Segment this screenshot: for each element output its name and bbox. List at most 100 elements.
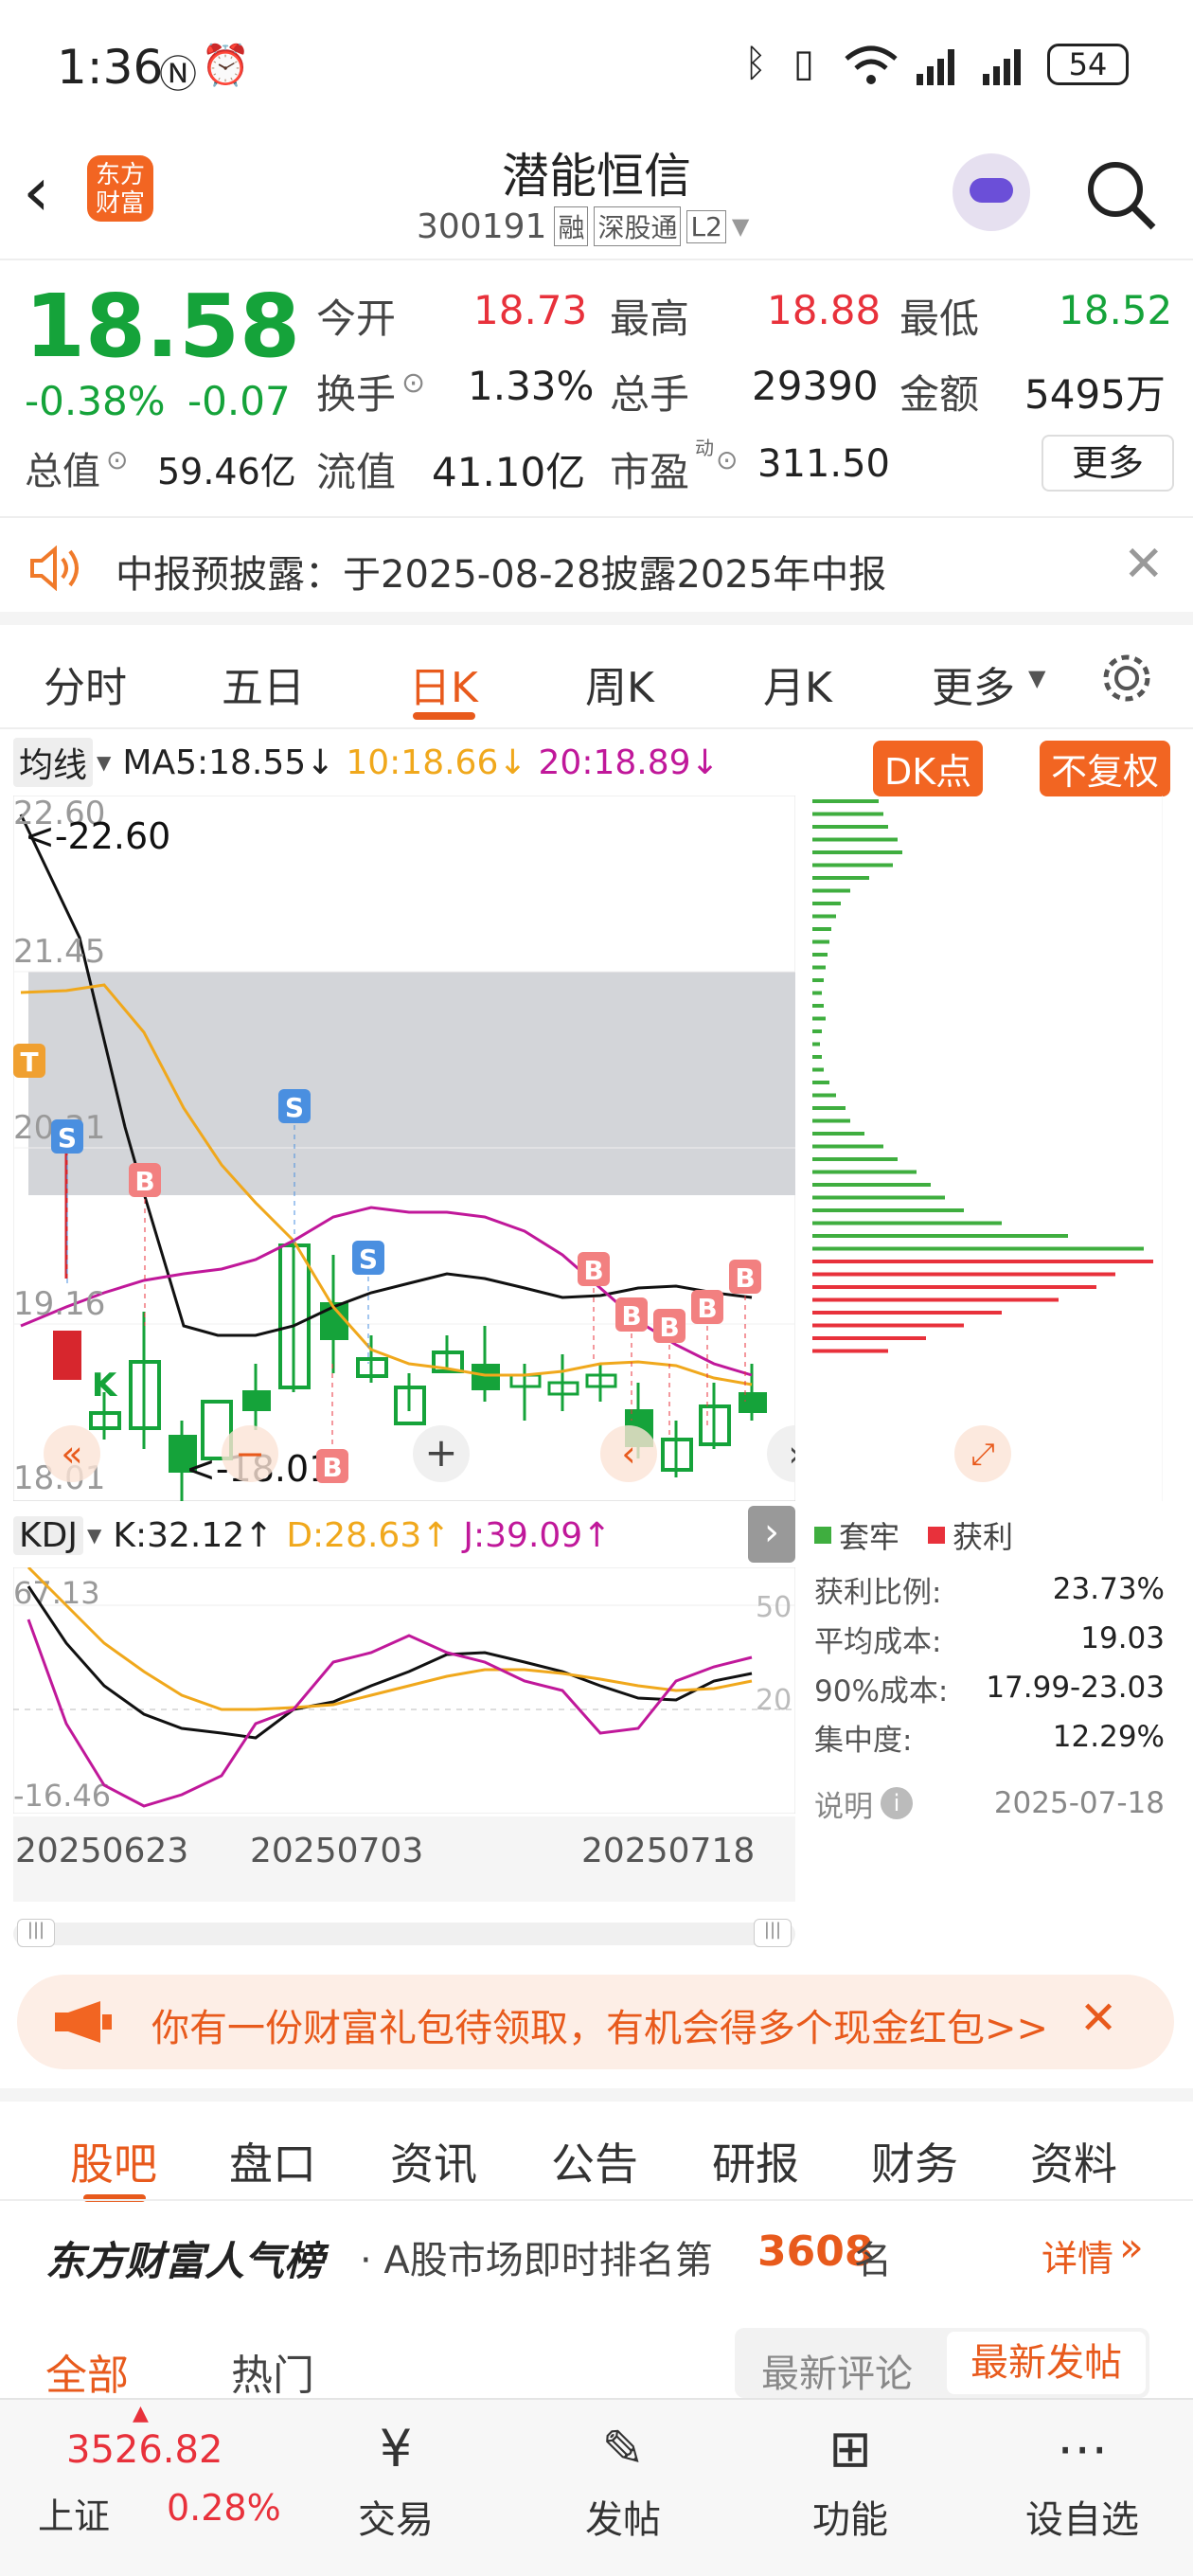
chip-bar: [812, 978, 824, 982]
svg-text:B: B: [583, 1255, 603, 1286]
kdj-d: D:28.63↑: [286, 1515, 451, 1555]
info-icon[interactable]: ⊙: [716, 444, 738, 475]
chip-bar: [812, 1042, 820, 1046]
chip-bar: [812, 1285, 1096, 1289]
tab-news[interactable]: 资讯: [390, 2130, 477, 2192]
chevron-down-icon: ▼: [1028, 665, 1046, 691]
legend-profit: 获利: [953, 1519, 1014, 1555]
tab-daily-k[interactable]: 日K: [409, 653, 478, 714]
tab-intraday[interactable]: 分时: [44, 653, 127, 714]
kdj-selector[interactable]: KDJ: [13, 1515, 83, 1555]
chip-bar: [812, 799, 879, 803]
tab-monthly-k[interactable]: 月K: [763, 653, 832, 714]
nav-trade[interactable]: ¥ 交易: [320, 2419, 472, 2544]
chevron-down-icon[interactable]: ▼: [732, 213, 749, 240]
filter-hot[interactable]: 热门: [231, 2341, 314, 2402]
field-value: 29390: [752, 363, 879, 409]
chip-bar: [812, 1246, 1144, 1251]
nav-watchlist[interactable]: ⋯ 设自选: [1002, 2419, 1163, 2544]
index-name: 上证: [38, 2496, 111, 2537]
chip-bar: [812, 1183, 931, 1187]
expand-icon[interactable]: ⤢: [970, 1436, 995, 1472]
chip-distribution[interactable]: ⤢: [812, 796, 1163, 1501]
prev-icon[interactable]: −: [235, 1433, 265, 1475]
range-scrollbar[interactable]: ||| |||: [13, 1919, 795, 1947]
info-icon[interactable]: ⊙: [401, 367, 425, 400]
field-value: 18.52: [1059, 287, 1173, 333]
left-handle[interactable]: |||: [17, 1919, 55, 1947]
vibrate-icon: ▯: [793, 42, 815, 85]
gear-icon[interactable]: [1098, 650, 1155, 707]
tab-orderbook[interactable]: 盘口: [229, 2130, 316, 2192]
ma5-value: MA5:18.55↓: [122, 742, 335, 782]
ranking-suffix: 名: [854, 2239, 892, 2282]
tab-announcements[interactable]: 公告: [551, 2130, 638, 2192]
rewind-icon[interactable]: «: [61, 1433, 82, 1475]
index-value[interactable]: 3526.82: [66, 2428, 223, 2472]
tab-five-day[interactable]: 五日: [222, 653, 305, 714]
next-icon[interactable]: ›: [788, 1433, 795, 1475]
kdj-legend: KDJ ▼ K:32.12↑ D:28.63↑ J:39.09↑: [13, 1512, 611, 1559]
nav-post[interactable]: ✎ 发帖: [547, 2419, 699, 2544]
chip-bar: [812, 1221, 1002, 1225]
chip-label: 集中度:: [814, 1723, 913, 1758]
ma10-value: 10:18.66↓: [346, 742, 527, 782]
tab-more[interactable]: 更多: [932, 653, 1015, 714]
period-tabs: 分时 五日 日K 周K 月K 更多 ▼: [0, 625, 1193, 729]
kline-chart[interactable]: 22.60 21.45 20.31 19.16 18.01 <-22.60 <-…: [13, 796, 795, 1501]
search-icon[interactable]: [1083, 157, 1159, 233]
chip-label: 获利比例:: [814, 1575, 942, 1610]
tab-research[interactable]: 研报: [712, 2130, 799, 2192]
adjust-button[interactable]: 不复权: [1040, 741, 1171, 796]
more-button[interactable]: 更多: [1042, 435, 1174, 492]
filter-all[interactable]: 全部: [45, 2341, 129, 2402]
field-value: 18.73: [473, 287, 588, 333]
sort-latest-comment[interactable]: 最新评论: [761, 2343, 913, 2398]
dk-point-button[interactable]: DK点: [873, 741, 984, 796]
chip-bar: [812, 888, 850, 893]
chip-bar: [812, 812, 883, 816]
ranking-detail-link[interactable]: 详情: [1042, 2229, 1113, 2281]
kdj-j: J:39.09↑: [463, 1515, 612, 1555]
notice-bar[interactable]: 中报预披露：于2025-08-28披露2025年中报 ✕: [0, 519, 1193, 625]
field-label: 流值: [316, 449, 397, 495]
trade-icon: ¥: [379, 2419, 413, 2478]
tab-forum[interactable]: 股吧: [70, 2130, 157, 2192]
right-handle[interactable]: |||: [754, 1919, 792, 1947]
chip-bar: [812, 1349, 888, 1353]
zoom-in-icon[interactable]: +: [424, 1429, 457, 1476]
svg-text:B: B: [735, 1262, 755, 1294]
chip-bar: [812, 902, 841, 905]
ma-selector[interactable]: 均线: [13, 738, 94, 787]
sort-toggle: 最新评论 最新发帖: [735, 2328, 1149, 2398]
content-tabs: 股吧 盘口 资讯 公告 研报 财务 资料: [0, 2088, 1193, 2202]
chip-bar: [812, 965, 826, 970]
nav-label: 发帖: [585, 2498, 661, 2542]
nav-label: 交易: [358, 2498, 434, 2542]
close-icon[interactable]: ✕: [1079, 1992, 1117, 2045]
pe-dynamic-sup: 动: [695, 437, 714, 459]
date-label: 20250718: [581, 1832, 756, 1870]
ma20-value: 20:18.89↓: [538, 742, 720, 782]
chip-bar: [812, 1055, 822, 1059]
chip-label: 90%成本:: [814, 1673, 949, 1708]
tab-profile[interactable]: 资料: [1030, 2130, 1117, 2192]
back-step-icon[interactable]: ‹: [621, 1433, 635, 1475]
expand-panel-button[interactable]: ›: [748, 1506, 795, 1563]
robot-avatar-icon[interactable]: [953, 153, 1030, 231]
date-label: 20250623: [15, 1832, 189, 1870]
info-icon[interactable]: ⊙: [106, 444, 128, 475]
tab-weekly-k[interactable]: 周K: [585, 653, 654, 714]
info-icon[interactable]: i: [881, 1787, 913, 1819]
nav-functions[interactable]: ⊞ 功能: [775, 2419, 926, 2544]
chip-note[interactable]: 说明: [814, 1782, 873, 1825]
change-value: -0.07: [187, 378, 291, 424]
close-icon[interactable]: ✕: [1123, 536, 1165, 593]
svg-text:B: B: [621, 1300, 641, 1332]
chip-bar: [812, 1208, 964, 1212]
chip-bar: [812, 850, 902, 854]
sort-latest-post[interactable]: 最新发帖: [947, 2332, 1146, 2394]
promo-banner[interactable]: 你有一份财富礼包待领取，有机会得多个现金红包>> ✕: [17, 1975, 1174, 2069]
tab-finance[interactable]: 财务: [871, 2130, 958, 2192]
popularity-ranking[interactable]: 东方财富人气榜 · A股市场即时排名第 3608 名 详情 »: [0, 2199, 1193, 2303]
